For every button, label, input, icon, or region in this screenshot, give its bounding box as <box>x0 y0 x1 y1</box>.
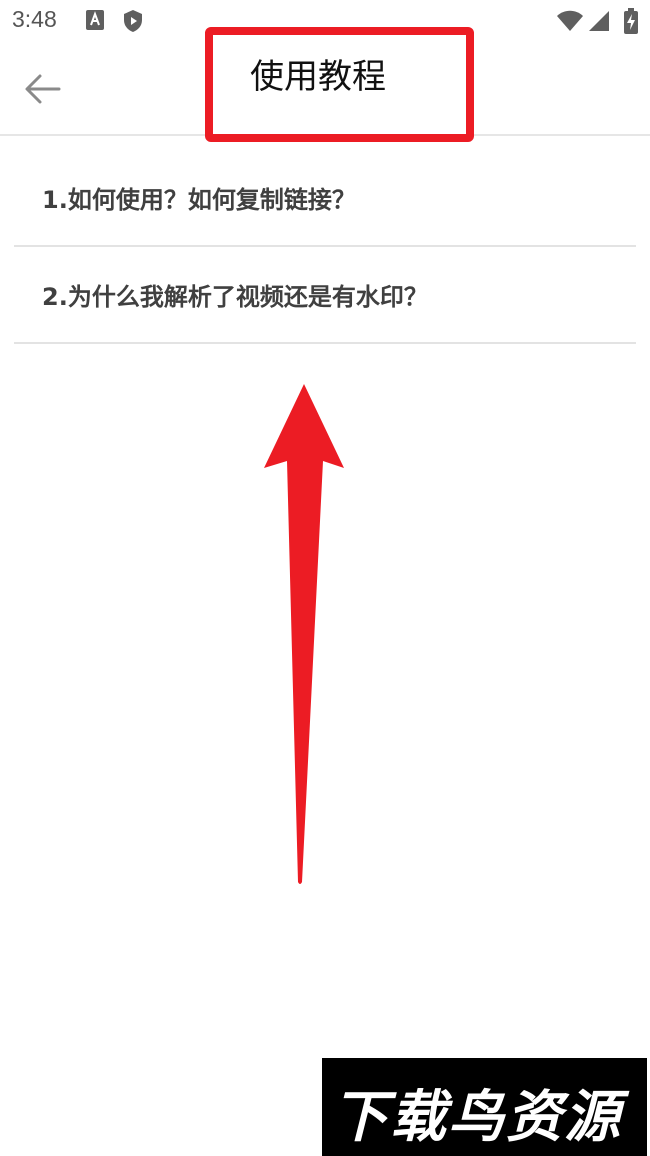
wifi-icon <box>556 10 584 36</box>
page-title: 使用教程 <box>250 57 386 97</box>
cell-signal-icon <box>588 10 610 36</box>
tutorial-list: 1.如何使用？如何复制链接？ 2.为什么我解析了视频还是有水印？ <box>14 150 636 344</box>
watermark-text: 下载鸟资源 <box>332 1085 622 1150</box>
watermark-logo: 下载鸟资源 <box>322 1058 647 1156</box>
font-a-icon <box>86 10 104 34</box>
status-time: 3:48 <box>12 6 57 32</box>
arrow-left-icon <box>18 74 66 114</box>
list-item[interactable]: 2.为什么我解析了视频还是有水印？ <box>14 247 636 344</box>
list-item[interactable]: 1.如何使用？如何复制链接？ <box>14 150 636 247</box>
list-item-label: 1.如何使用？如何复制链接？ <box>42 186 356 214</box>
battery-charging-icon <box>624 8 638 38</box>
shield-play-icon <box>122 9 144 37</box>
list-item-label: 2.为什么我解析了视频还是有水印？ <box>42 283 428 311</box>
title-highlight-box: 使用教程 <box>205 27 474 142</box>
app-bar: 使用教程 <box>0 27 650 142</box>
back-button[interactable] <box>18 68 66 110</box>
